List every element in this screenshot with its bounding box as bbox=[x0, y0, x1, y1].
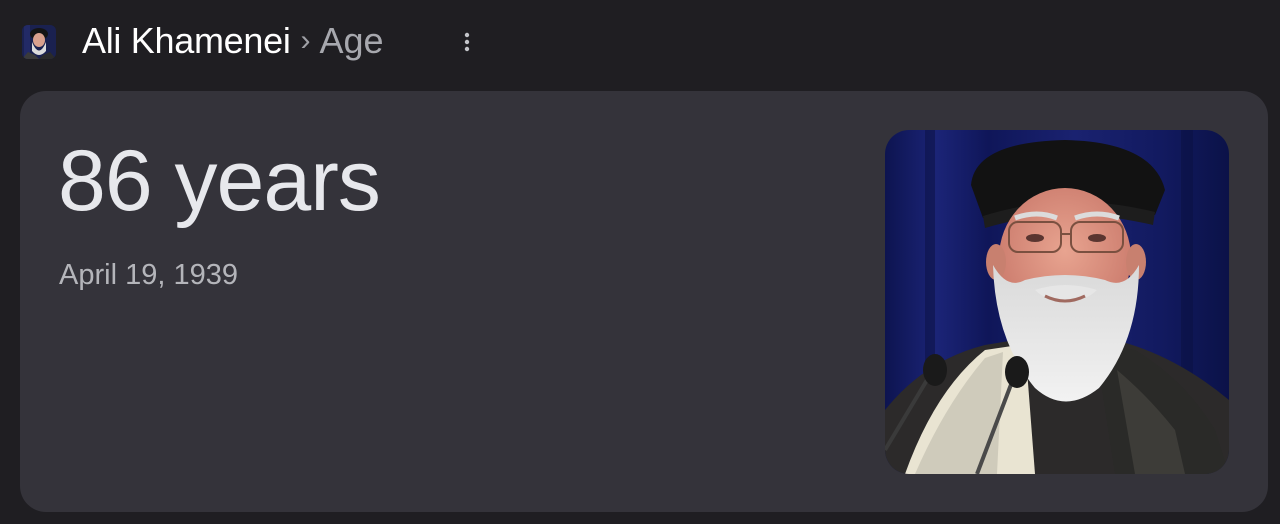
portrait-photo[interactable] bbox=[885, 130, 1229, 474]
topic-label: Age bbox=[319, 20, 384, 61]
avatar[interactable] bbox=[22, 25, 56, 59]
entity-name-link[interactable]: Ali Khamenei bbox=[82, 20, 291, 62]
portrait-image bbox=[885, 130, 1229, 474]
answer-card: 86 years April 19, 1939 bbox=[20, 91, 1268, 512]
vertical-ellipsis-icon bbox=[464, 32, 470, 52]
birth-date: April 19, 1939 bbox=[59, 259, 238, 291]
breadcrumb-header: Ali Khamenei › Age bbox=[0, 0, 1280, 88]
age-value: 86 years bbox=[58, 133, 381, 229]
breadcrumb: Ali Khamenei › Age bbox=[82, 19, 384, 63]
breadcrumb-separator-icon: › bbox=[300, 24, 311, 57]
more-options-button[interactable] bbox=[456, 27, 478, 57]
person-avatar-icon bbox=[22, 25, 56, 59]
